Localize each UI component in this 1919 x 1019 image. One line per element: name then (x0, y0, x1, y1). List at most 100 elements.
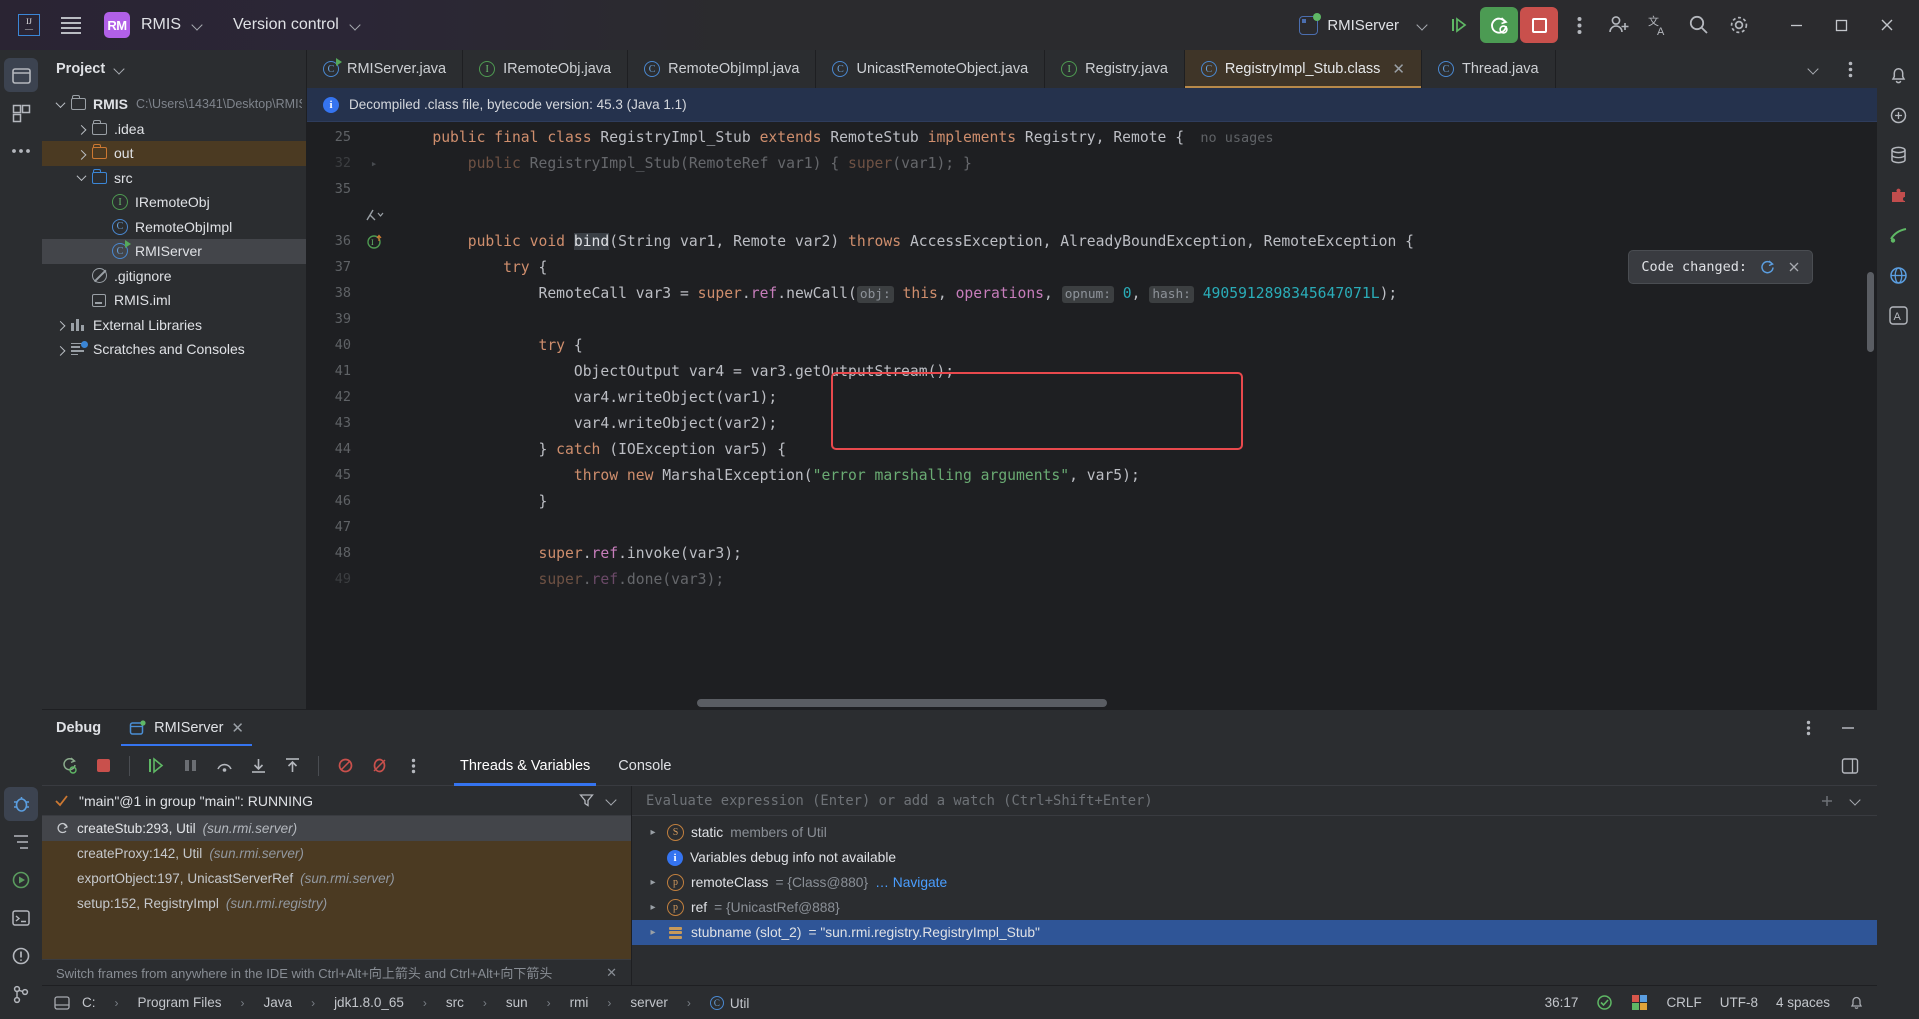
file-encoding[interactable]: UTF-8 (1720, 995, 1758, 1010)
tab-list-chevron-icon[interactable] (1791, 51, 1829, 87)
tree-node-rmiserver[interactable]: C RMIServer (42, 239, 306, 264)
variable-row[interactable]: ▸ stubname (slot_2) = "sun.rmi.registry.R… (632, 920, 1877, 945)
run-button[interactable] (1440, 7, 1478, 43)
close-icon[interactable] (1788, 261, 1800, 273)
code-line[interactable]: 46 } (307, 488, 1877, 514)
rerun-debug-button[interactable] (1480, 7, 1518, 43)
evaluate-expression-input[interactable]: Evaluate expression (Enter) or add a wat… (632, 786, 1877, 816)
close-icon[interactable]: ✕ (231, 719, 244, 737)
breadcrumb-item[interactable]: Java (264, 995, 293, 1010)
variable-row[interactable]: ▸ p remoteClass = {Class@880} … Navigate (632, 870, 1877, 895)
add-user-button[interactable] (1600, 7, 1638, 43)
view-breakpoints-button[interactable] (364, 751, 394, 781)
translate-panel-icon[interactable]: A (1881, 298, 1915, 332)
ai-assistant-icon[interactable] (1881, 98, 1915, 132)
problems-tool-icon[interactable] (4, 939, 38, 973)
code-line[interactable]: 47 (307, 514, 1877, 540)
run-tool-icon[interactable] (4, 863, 38, 897)
ime-icon[interactable] (1631, 994, 1648, 1011)
breadcrumb-item[interactable]: Program Files (138, 995, 222, 1010)
stack-frame-row[interactable]: exportObject:197, UnicastServerRef (sun.… (42, 866, 631, 891)
step-out-button[interactable] (277, 751, 307, 781)
stack-frame-row[interactable]: setup:152, RegistryImpl (sun.rmi.registr… (42, 891, 631, 916)
editor-horizontal-scrollbar[interactable] (697, 699, 1107, 707)
editor-tab-thread-java[interactable]: C Thread.java (1422, 50, 1556, 88)
navigate-link[interactable]: … Navigate (875, 875, 947, 890)
indent-setting[interactable]: 4 spaces (1776, 995, 1830, 1010)
editor-tab-rmiserver-java[interactable]: C RMIServer.java (307, 50, 464, 88)
stack-frame-row[interactable]: createStub:293, Util (sun.rmi.server) (42, 816, 631, 841)
database-icon[interactable] (1881, 138, 1915, 172)
tree-node-gitignore[interactable]: .gitignore (42, 264, 306, 289)
editor-more-options-icon[interactable] (1831, 51, 1869, 87)
debug-options-icon[interactable] (1793, 713, 1823, 743)
editor-tab-registryimpl-stub-class[interactable]: C RegistryImpl_Stub.class ✕ (1184, 50, 1422, 88)
breadcrumb-item[interactable]: C: (82, 995, 96, 1010)
code-line[interactable]: 48 super.ref.invoke(var3); (307, 540, 1877, 566)
thread-status-row[interactable]: "main"@1 in group "main": RUNNING (42, 786, 631, 816)
chevron-right-icon[interactable] (52, 346, 68, 353)
close-button[interactable] (1864, 3, 1909, 47)
breadcrumb-item[interactable]: sun (506, 995, 528, 1010)
code-line[interactable]: 45 throw new MarshalException("error mar… (307, 462, 1877, 488)
breadcrumb-item[interactable]: server (630, 995, 668, 1010)
caret-position[interactable]: 36:17 (1545, 995, 1579, 1010)
chevron-right-icon[interactable]: ▸ (646, 927, 660, 938)
breadcrumb-item[interactable]: C Util (709, 994, 749, 1011)
editor-tab-bar[interactable]: C RMIServer.java I IRemoteObj.java C RemoteOb… (307, 50, 1877, 88)
chevron-right-icon[interactable]: ▸ (646, 827, 660, 838)
more-actions-button[interactable] (1560, 7, 1598, 43)
chevron-right-icon[interactable] (52, 321, 68, 328)
code-line[interactable]: 40 try { (307, 332, 1877, 358)
tree-node-iremoteobj[interactable]: I IRemoteObj (42, 190, 306, 215)
chevron-down-icon[interactable] (350, 19, 363, 32)
web-globe-icon[interactable] (1881, 258, 1915, 292)
pause-button[interactable] (175, 751, 205, 781)
line-separator[interactable]: CRLF (1666, 995, 1701, 1010)
variable-row[interactable]: i Variables debug info not available (632, 845, 1877, 870)
editor-vertical-scrollbar[interactable] (1867, 272, 1874, 352)
hamburger-menu-icon[interactable] (58, 12, 84, 38)
tree-node-src[interactable]: src (42, 166, 306, 191)
recompile-icon[interactable] (1759, 259, 1776, 276)
variable-row[interactable]: ▸ Sstatic members of Util (632, 820, 1877, 845)
stop-button[interactable] (88, 751, 118, 781)
version-control-menu[interactable]: Version control (233, 16, 339, 34)
resume-button[interactable] (141, 751, 171, 781)
close-icon[interactable]: ✕ (606, 965, 617, 981)
commit-tool-icon[interactable] (4, 96, 38, 130)
structure-tool-icon[interactable] (4, 825, 38, 859)
chevron-down-icon[interactable] (192, 19, 205, 32)
code-line[interactable] (307, 202, 1877, 228)
project-tool-icon[interactable] (4, 58, 38, 92)
variables-list[interactable]: ▸ Sstatic members of Util i Variables debug… (632, 816, 1877, 985)
tree-node-idea[interactable]: .idea (42, 117, 306, 142)
chevron-down-icon[interactable] (606, 794, 619, 807)
plugins-icon[interactable] (1881, 178, 1915, 212)
gutter-marker[interactable] (359, 207, 389, 223)
project-name-label[interactable]: RMIS (141, 16, 181, 34)
stop-button[interactable] (1520, 7, 1558, 43)
notifications-bell-icon[interactable] (1848, 994, 1865, 1011)
stack-frame-row[interactable]: createProxy:142, Util (sun.rmi.server) (42, 841, 631, 866)
chevron-down-icon[interactable] (1417, 19, 1430, 32)
breadcrumb[interactable]: C: › Program Files › Java › jdk1.8.0_65 › src › su… (82, 994, 749, 1011)
more-tool-windows-icon[interactable] (4, 134, 38, 168)
breadcrumb-item[interactable]: rmi (570, 995, 589, 1010)
code-line[interactable]: 39 (307, 306, 1877, 332)
run-configuration-selector[interactable]: RMIServer (1291, 12, 1438, 39)
tree-node-out[interactable]: out (42, 141, 306, 166)
search-icon[interactable] (1680, 7, 1718, 43)
editor-tab-remoteobjimpl-java[interactable]: C RemoteObjImpl.java (628, 50, 817, 88)
chevron-down-icon[interactable] (73, 174, 89, 181)
code-changed-tooltip[interactable]: Code changed: (1628, 250, 1813, 284)
debug-tab-threads-variables[interactable]: Threads & Variables (446, 746, 604, 786)
notifications-icon[interactable] (1881, 58, 1915, 92)
chevron-right-icon[interactable] (73, 125, 89, 132)
chevron-down-icon[interactable] (52, 101, 68, 108)
minimize-button[interactable] (1774, 3, 1819, 47)
maximize-button[interactable] (1819, 3, 1864, 47)
code-line[interactable]: 49 super.ref.done(var3); (307, 566, 1877, 592)
project-panel-header[interactable]: Project (42, 50, 306, 88)
debug-tool-icon[interactable] (4, 787, 38, 821)
